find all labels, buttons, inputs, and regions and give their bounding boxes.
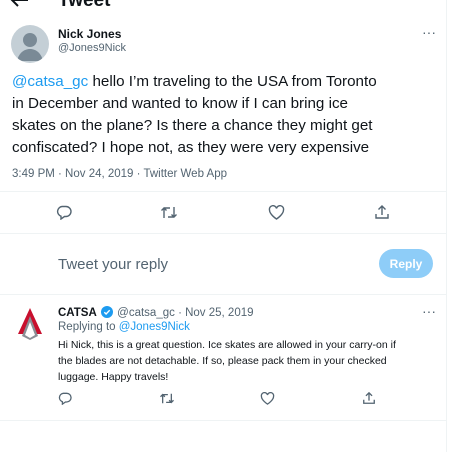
reply-button[interactable]: Reply xyxy=(379,249,433,278)
like-icon[interactable] xyxy=(268,205,285,220)
mention-link[interactable]: @catsa_gc xyxy=(12,73,88,90)
tweet-timestamp[interactable]: 3:49 PM · Nov 24, 2019 · Twitter Web App xyxy=(12,168,227,180)
column-divider xyxy=(446,0,447,452)
replying-to-link[interactable]: @Jones9Nick xyxy=(119,321,190,333)
reply-handle-date[interactable]: @catsa_gc · Nov 25, 2019 xyxy=(117,307,253,319)
reply-tweet-like-icon[interactable] xyxy=(260,392,275,405)
replying-to: Replying to @Jones9Nick xyxy=(58,321,190,333)
catsa-logo-icon xyxy=(18,308,42,340)
author-handle[interactable]: @Jones9Nick xyxy=(58,42,126,54)
share-icon[interactable] xyxy=(374,204,390,220)
reply-tweet-text: Hi Nick, this is a great question. Ice s… xyxy=(58,339,396,383)
more-options-icon[interactable]: ··· xyxy=(422,24,436,40)
back-arrow-icon[interactable] xyxy=(10,0,30,7)
reply-icon[interactable] xyxy=(56,205,72,220)
reply-more-options-icon[interactable]: ··· xyxy=(422,303,436,319)
tweet-text: @catsa_gc hello I’m traveling to the USA… xyxy=(12,73,377,156)
reply-tweet-share-icon[interactable] xyxy=(362,391,376,405)
reply-author-name[interactable]: CATSA xyxy=(58,307,97,319)
reply-author-line: CATSA @catsa_gc · Nov 25, 2019 xyxy=(58,306,254,319)
avatar[interactable] xyxy=(11,25,49,63)
verified-badge-icon xyxy=(100,306,113,318)
default-avatar-icon xyxy=(17,33,43,61)
page-title: Tweet xyxy=(58,0,111,11)
reply-input[interactable]: Tweet your reply xyxy=(58,256,168,273)
reply-tweet-reply-icon[interactable] xyxy=(58,392,72,405)
catsa-avatar[interactable] xyxy=(11,304,49,342)
author-name[interactable]: Nick Jones xyxy=(58,27,121,41)
reply-tweet-retweet-icon[interactable] xyxy=(159,392,175,405)
retweet-icon[interactable] xyxy=(160,205,178,220)
